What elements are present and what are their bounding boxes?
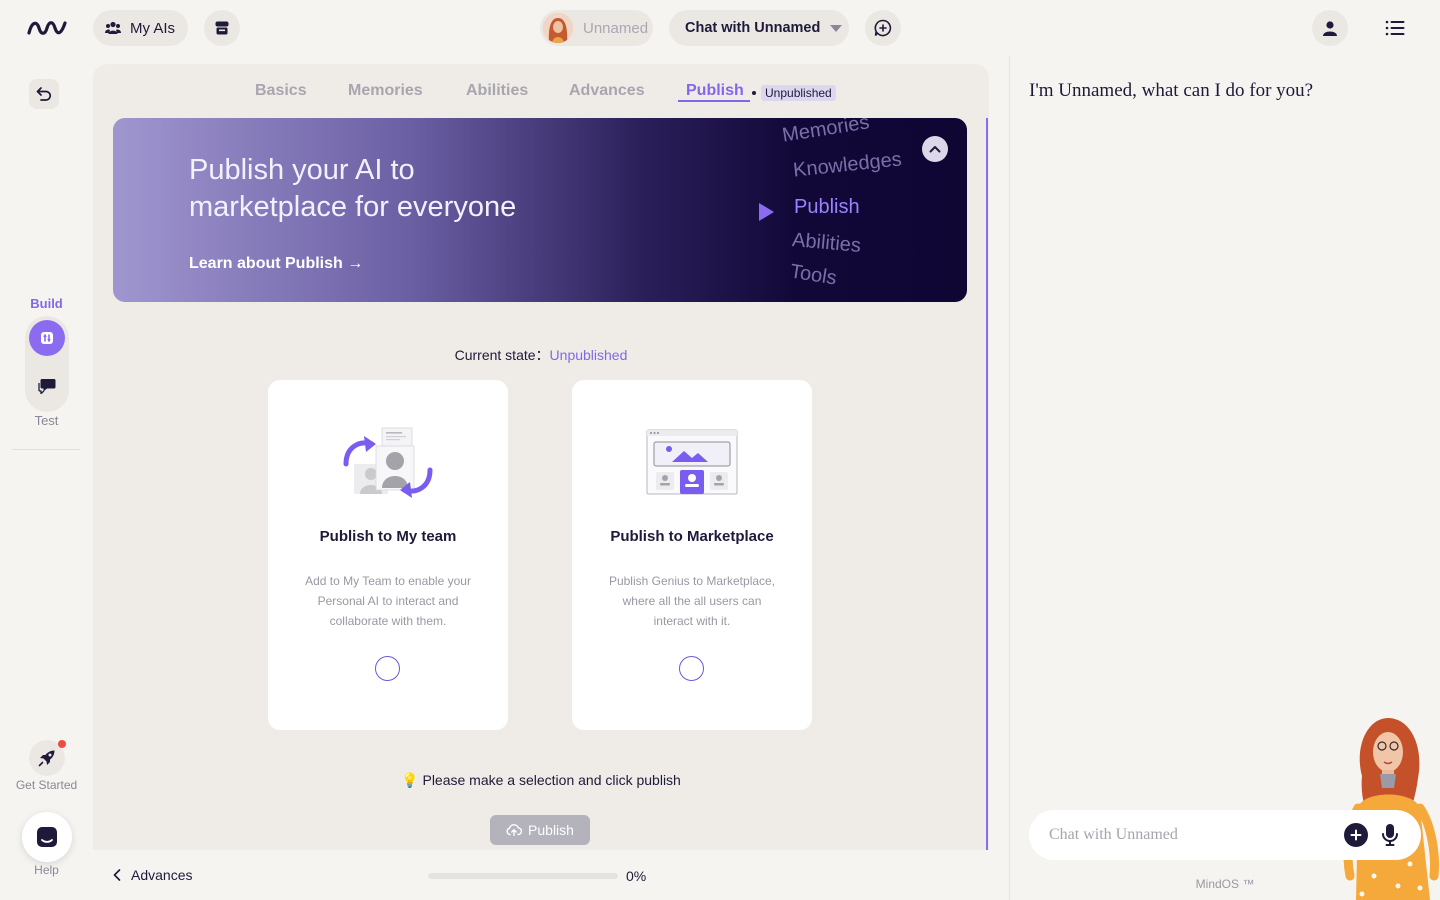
new-chat-button[interactable] — [865, 10, 901, 46]
test-mode-button[interactable] — [29, 368, 65, 404]
cloud-upload-icon — [506, 824, 523, 836]
hero-title-line1: Publish your AI to — [189, 154, 415, 186]
caret-down-icon — [830, 24, 843, 32]
publish-status-text: Unpublished — [761, 85, 836, 101]
get-started-label: Get Started — [15, 778, 78, 792]
tab-publish[interactable]: Publish — [686, 82, 744, 100]
ai-avatar-figure — [1343, 718, 1439, 900]
hero-word-publish: Publish — [794, 196, 860, 218]
top-bar: My AIs Unnamed Chat with Unnamed — [0, 0, 1440, 56]
user-profile-button[interactable] — [1312, 10, 1348, 46]
build-mode-button[interactable] — [29, 320, 65, 356]
chat-input-placeholder: Chat with Unnamed — [1049, 826, 1178, 843]
list-menu-icon[interactable] — [1385, 18, 1405, 38]
user-icon — [1323, 20, 1337, 36]
my-ais-label: My AIs — [130, 19, 176, 37]
tab-advances[interactable]: Advances — [569, 82, 645, 100]
chat-selector-label: Chat with Unnamed — [685, 20, 821, 36]
previous-step-link[interactable]: Advances — [113, 867, 192, 883]
tab-memories[interactable]: Memories — [348, 82, 423, 100]
ai-profile-pill[interactable]: Unnamed — [540, 10, 653, 46]
publish-to-team-title: Publish to My team — [319, 528, 457, 545]
current-state-label: Current state： — [454, 347, 550, 363]
previous-step-label: Advances — [131, 867, 193, 883]
progress-percent: 0% — [626, 868, 647, 884]
play-indicator-icon — [759, 203, 774, 221]
build-panel: Basics Memories Abilities Advances Publi… — [93, 64, 989, 850]
chat-greeting-message: I'm Unnamed, what can I do for you? — [1029, 80, 1314, 101]
tab-basics[interactable]: Basics — [255, 82, 307, 100]
ai-name: Unnamed — [583, 19, 649, 37]
store-icon — [215, 21, 229, 35]
current-state: Current state：Unpublished — [93, 345, 989, 365]
hero-word-knowledges: Knowledges — [792, 148, 903, 182]
ai-avatar — [543, 13, 573, 43]
tab-abilities[interactable]: Abilities — [466, 82, 528, 100]
test-mode-label: Test — [34, 413, 59, 428]
publish-to-marketplace-radio[interactable] — [679, 656, 704, 681]
left-rail: Build Test Get Started Help — [0, 56, 93, 900]
publish-to-marketplace-card[interactable]: Publish to Marketplace Publish Genius to… — [572, 380, 812, 730]
collapse-banner-button[interactable] — [922, 136, 948, 162]
brand-footer: MindOS ™ — [1195, 877, 1255, 891]
back-button[interactable] — [29, 79, 59, 109]
chevron-up-icon — [929, 146, 941, 153]
chat-plus-icon — [874, 19, 892, 37]
help-chat-icon — [37, 827, 57, 847]
chat-selector[interactable]: Chat with Unnamed — [669, 10, 849, 46]
team-icon — [105, 21, 121, 34]
rail-divider — [12, 449, 80, 450]
chat-bubbles-icon — [38, 379, 56, 394]
chat-panel-divider — [1009, 56, 1010, 900]
selection-hint: 💡 Please make a selection and click publ… — [401, 772, 681, 788]
publish-to-team-description: Add to My Team to enable your Personal A… — [305, 574, 471, 628]
microphone-icon[interactable] — [1380, 823, 1400, 847]
publish-to-team-card[interactable]: Publish to My team Add to My Team to ena… — [268, 380, 508, 730]
publish-progress-bar — [428, 873, 618, 879]
hero-word-tools: Tools — [788, 260, 839, 290]
learn-about-publish-link[interactable]: Learn about Publish → — [189, 255, 363, 273]
publish-status-badge: Unpublished — [752, 85, 836, 101]
team-share-illustration — [343, 427, 433, 498]
publish-to-marketplace-description: Publish Genius to Marketplace, where all… — [608, 574, 776, 628]
publish-to-team-radio[interactable] — [375, 656, 400, 681]
current-state-value: Unpublished — [549, 347, 628, 363]
chevron-left-icon — [113, 869, 121, 881]
step-footer: Advances 0% — [93, 850, 989, 900]
hero-word-abilities: Abilities — [791, 229, 862, 257]
help-button[interactable] — [22, 812, 72, 862]
notification-dot — [58, 740, 66, 748]
build-mode-label: Build — [30, 296, 63, 311]
help-label: Help — [34, 863, 59, 877]
publish-button-label: Publish — [528, 822, 574, 838]
mode-switcher — [25, 316, 69, 412]
undo-arrow-icon — [36, 87, 52, 101]
publish-to-marketplace-title: Publish to Marketplace — [610, 528, 774, 545]
publish-hero-banner: Publish your AI to marketplace for every… — [113, 118, 967, 302]
hero-word-memories: Memories — [780, 118, 871, 147]
tab-bar: Basics Memories Abilities Advances Publi… — [93, 82, 989, 106]
rocket-icon — [38, 750, 55, 767]
plus-icon — [1350, 829, 1362, 841]
my-ais-button[interactable]: My AIs — [93, 10, 188, 46]
scrollbar[interactable] — [986, 118, 988, 850]
build-icon — [41, 332, 53, 344]
hero-title: Publish your AI to marketplace for every… — [189, 152, 609, 226]
marketplace-illustration — [646, 429, 738, 495]
active-tab-indicator — [678, 100, 750, 102]
store-button[interactable] — [204, 10, 240, 46]
mindos-logo[interactable] — [26, 16, 68, 40]
attach-button[interactable] — [1344, 823, 1368, 847]
publish-button[interactable]: Publish — [490, 815, 590, 845]
hero-title-line2: marketplace for everyone — [189, 191, 517, 223]
